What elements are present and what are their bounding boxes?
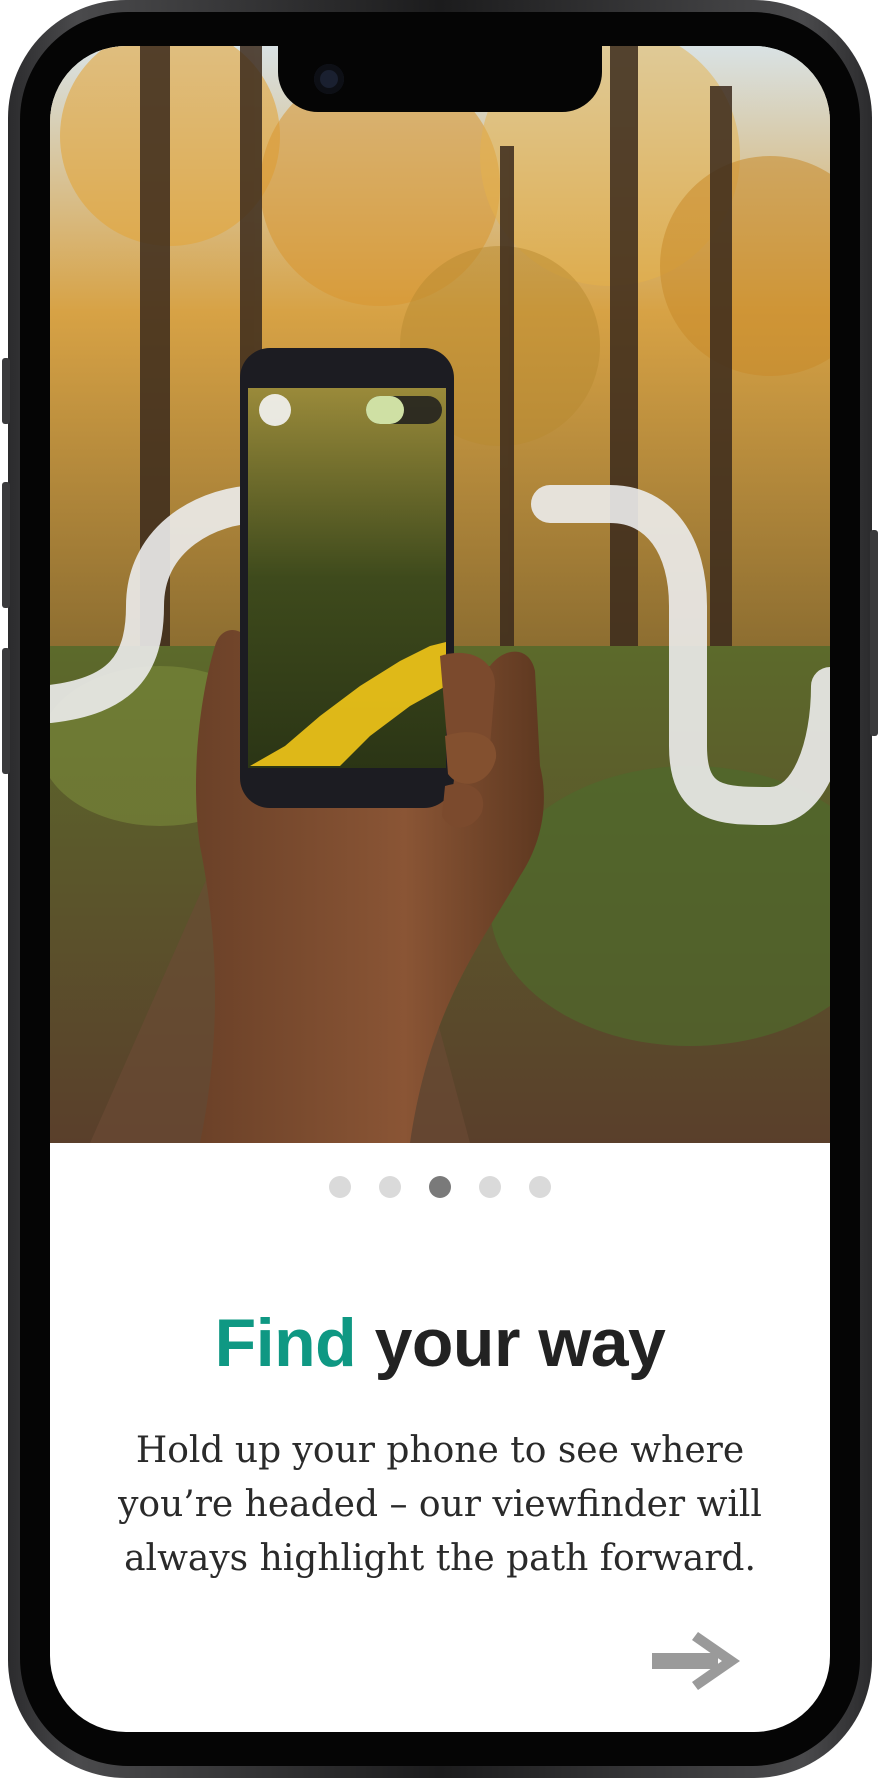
page-indicator — [50, 1176, 830, 1200]
front-camera — [314, 64, 344, 94]
power-button — [870, 530, 878, 736]
title-rest: your way — [356, 1305, 666, 1381]
page-dot-2[interactable] — [379, 1176, 401, 1198]
page-dot-3-active[interactable] — [429, 1176, 451, 1198]
page-dot-5[interactable] — [529, 1176, 551, 1198]
page-dot-1[interactable] — [329, 1176, 351, 1198]
device-notch — [278, 46, 602, 112]
silent-switch — [2, 358, 10, 424]
volume-down-button — [2, 648, 10, 774]
onboarding-description: Hold up your phone to see where you’re h… — [118, 1430, 762, 1579]
forest-scene — [50, 46, 830, 1143]
title-accent-word: Find — [214, 1305, 357, 1381]
page-dot-4[interactable] — [479, 1176, 501, 1198]
next-button[interactable] — [648, 1626, 744, 1696]
hero-illustration — [50, 46, 830, 1143]
arrow-right-icon — [652, 1632, 740, 1690]
onboarding-title: Find your way — [50, 1304, 830, 1382]
volume-up-button — [2, 482, 10, 608]
app-screen: Find your way Hold up your phone to see … — [50, 46, 830, 1732]
